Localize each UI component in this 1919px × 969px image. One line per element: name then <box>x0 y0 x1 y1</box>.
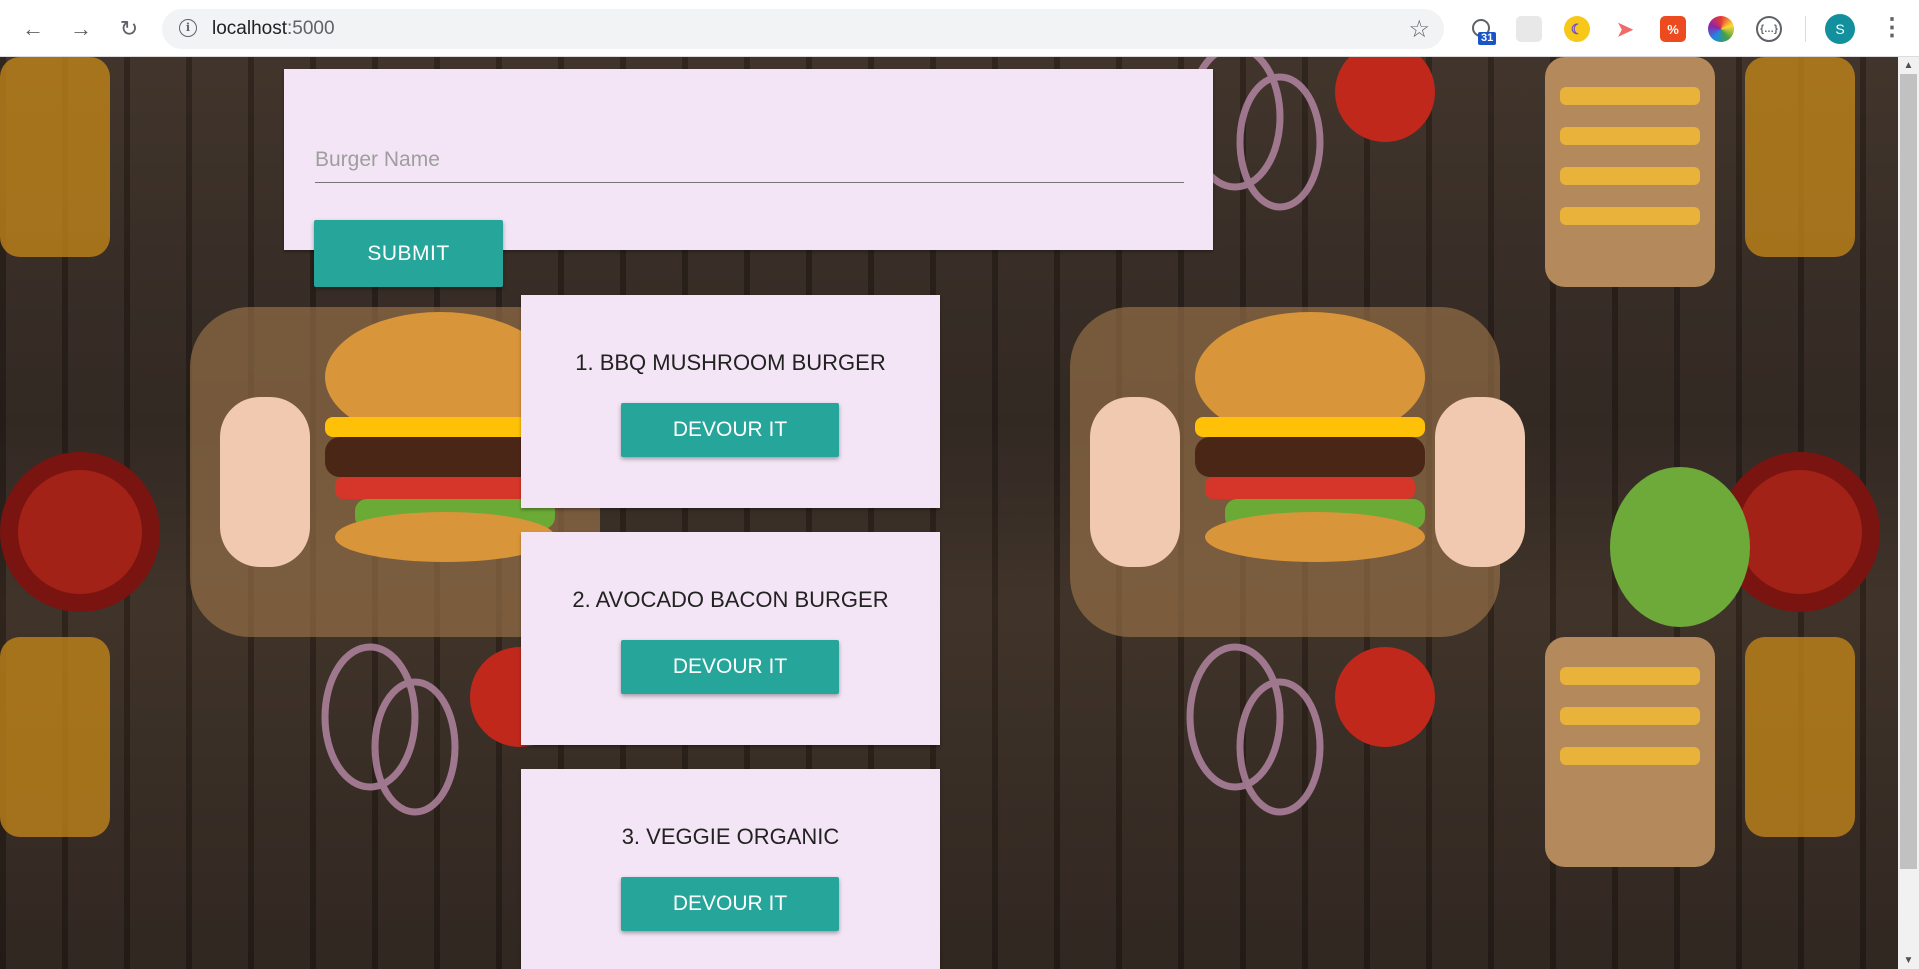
toolbar-divider <box>1805 16 1806 42</box>
reload-icon: ↻ <box>119 16 139 41</box>
devour-button[interactable]: DEVOUR IT <box>621 877 839 931</box>
address-bar[interactable]: i localhost:5000 ☆ <box>162 9 1444 49</box>
extension-percent-icon[interactable]: % <box>1660 16 1686 42</box>
devour-button[interactable]: DEVOUR IT <box>621 403 839 457</box>
burger-name: 3. VEGGIE ORGANIC <box>621 824 840 849</box>
forward-button[interactable]: → <box>66 14 96 44</box>
url-text[interactable]: localhost:5000 <box>212 18 335 40</box>
burger-card: 3. VEGGIE ORGANIC DEVOUR IT <box>521 769 940 969</box>
extension-badge: 31 <box>1478 32 1497 45</box>
url-host: localhost <box>212 18 287 39</box>
extension-code-icon[interactable]: {…} <box>1756 16 1782 42</box>
profile-avatar[interactable]: S <box>1825 14 1855 44</box>
scrollbar-thumb[interactable] <box>1900 74 1917 869</box>
devour-button[interactable]: DEVOUR IT <box>621 640 839 694</box>
scroll-up-arrow-icon[interactable]: ▲ <box>1898 57 1919 74</box>
burger-card: 2. AVOCADO BACON BURGER DEVOUR IT <box>521 532 940 745</box>
reload-button[interactable]: ↻ <box>114 14 144 44</box>
burger-name: 2. AVOCADO BACON BURGER <box>572 587 889 612</box>
star-icon[interactable]: ☆ <box>1408 15 1430 44</box>
extension-moon-icon[interactable]: ☾ <box>1564 16 1590 42</box>
extension-color-wheel-icon[interactable] <box>1708 16 1734 42</box>
scroll-down-arrow-icon[interactable]: ▼ <box>1898 952 1919 969</box>
extension-arrow-icon[interactable]: ➤ <box>1612 16 1638 42</box>
submit-button[interactable]: SUBMIT <box>314 220 503 287</box>
url-port: :5000 <box>287 18 335 39</box>
burger-card: 1. BBQ MUSHROOM BURGER DEVOUR IT <box>521 295 940 508</box>
info-icon[interactable]: i <box>179 19 197 37</box>
burger-name: 1. BBQ MUSHROOM BURGER <box>575 350 886 375</box>
vertical-scrollbar[interactable]: ▲ ▼ <box>1898 57 1919 969</box>
lettuce-decoration <box>1610 467 1750 627</box>
forward-arrow-icon: → <box>70 16 92 41</box>
burger-right-decoration <box>1070 307 1525 637</box>
back-arrow-icon: ← <box>22 16 44 41</box>
page-viewport: SUBMIT 1. BBQ MUSHROOM BURGER DEVOUR IT … <box>0 57 1898 969</box>
extension-chat-icon[interactable]: 31 <box>1468 16 1497 45</box>
fries-decoration <box>1545 57 1715 867</box>
back-button[interactable]: ← <box>18 14 48 44</box>
extension-puzzle-icon[interactable] <box>1516 16 1542 42</box>
browser-toolbar: ← → ↻ i localhost:5000 ☆ 31 ☾ ➤ % {…} S … <box>0 0 1919 57</box>
kebab-menu-icon[interactable]: ⋮ <box>1880 14 1904 44</box>
burger-name-input[interactable] <box>315 138 1184 183</box>
